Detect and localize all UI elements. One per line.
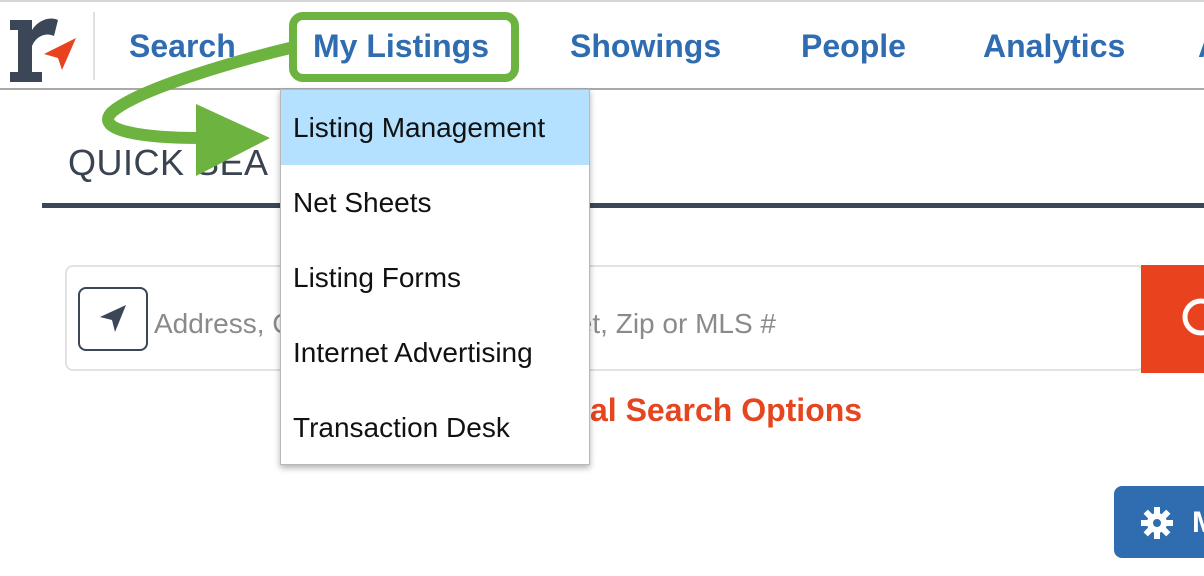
nav-search[interactable]: Search xyxy=(129,26,236,66)
gear-icon xyxy=(1141,507,1173,539)
search-submit-button[interactable] xyxy=(1141,265,1204,373)
quick-search-title: QUICK SEA xyxy=(68,142,269,183)
nav-people[interactable]: People xyxy=(801,26,906,66)
dropdown-item-net-sheets[interactable]: Net Sheets xyxy=(281,165,589,240)
dropdown-item-listing-forms[interactable]: Listing Forms xyxy=(281,240,589,315)
logo-divider xyxy=(93,12,95,80)
magnifier-icon xyxy=(1182,298,1204,336)
dropdown-item-internet-advertising[interactable]: Internet Advertising xyxy=(281,315,589,390)
location-arrow-icon xyxy=(100,305,126,332)
dropdown-item-transaction-desk[interactable]: Transaction Desk xyxy=(281,390,589,465)
quick-search-rule xyxy=(42,203,1204,208)
manage-button[interactable]: M xyxy=(1114,486,1204,558)
additional-search-options-link[interactable]: al Search Options xyxy=(590,392,862,429)
dropdown-item-listing-management[interactable]: Listing Management xyxy=(281,90,589,165)
r-logo-icon[interactable] xyxy=(6,12,80,82)
top-navbar: Search My Listings Showings People Analy… xyxy=(0,2,1204,90)
nav-my-listings[interactable]: My Listings xyxy=(313,26,489,66)
nav-more-truncated[interactable]: A xyxy=(1198,26,1204,66)
manage-button-label: M xyxy=(1192,506,1204,540)
nav-analytics[interactable]: Analytics xyxy=(983,26,1125,66)
my-listings-dropdown: Listing Management Net Sheets Listing Fo… xyxy=(280,89,590,465)
nav-showings[interactable]: Showings xyxy=(570,26,721,66)
locate-button[interactable] xyxy=(78,287,148,351)
